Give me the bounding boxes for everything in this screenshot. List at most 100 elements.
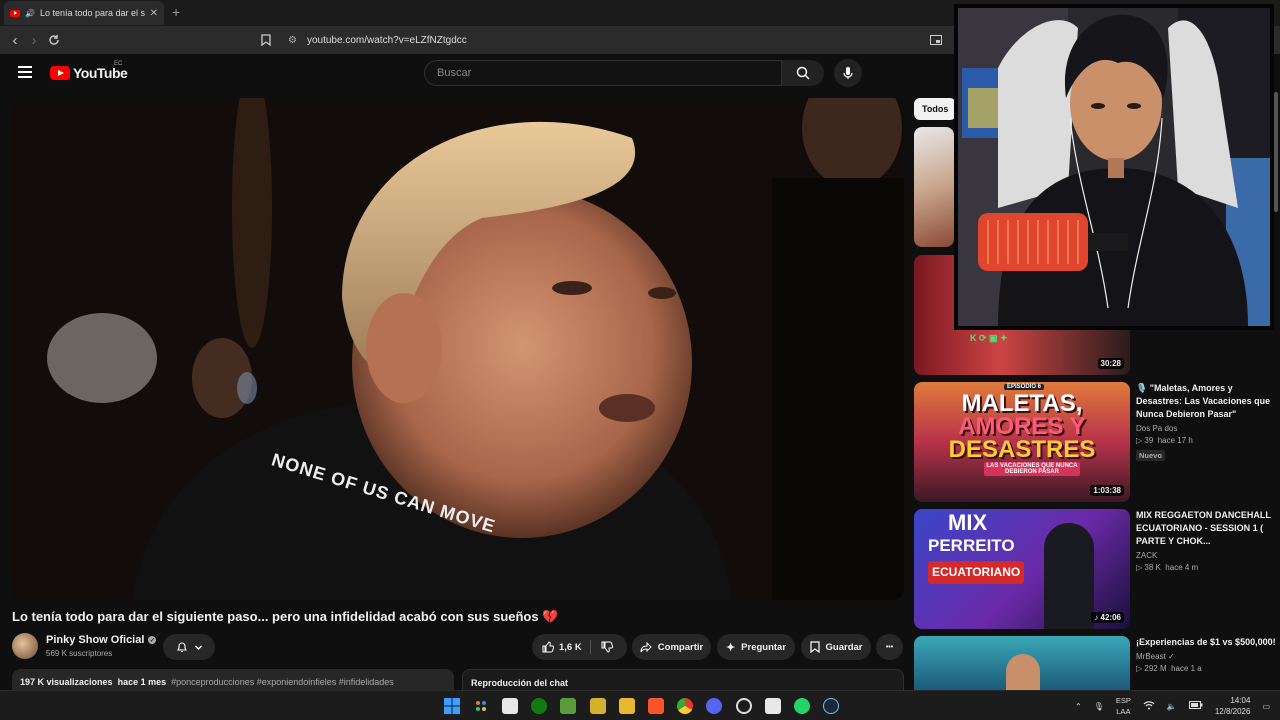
channel-name[interactable]: ZACK [1136, 551, 1276, 560]
capcut-icon[interactable] [765, 698, 781, 714]
dislike-button[interactable] [601, 641, 614, 656]
brave-browser-icon[interactable] [648, 698, 664, 714]
widgets-icon[interactable] [473, 698, 489, 714]
video-info: ¡Experiencias de $1 vs $500,000! MrBeast… [1136, 636, 1276, 673]
tab-title: Lo tenía todo para dar el sigu [39, 8, 145, 18]
bookmark-icon[interactable] [256, 30, 276, 50]
thumb-line-2: PERREITO [928, 536, 1015, 555]
reload-icon[interactable] [44, 30, 64, 50]
chevron-up-icon[interactable]: ⌃ [1075, 702, 1082, 711]
file-explorer-icon[interactable] [619, 698, 635, 714]
video-title[interactable]: 🎙️ "Maletas, Amores y Desastres: Las Vac… [1136, 382, 1276, 421]
store-icon[interactable] [502, 698, 518, 714]
new-tab-button[interactable]: + [172, 4, 180, 20]
ask-button[interactable]: ✦ Preguntar [717, 634, 795, 660]
browser-tab[interactable]: 🔊 Lo tenía todo para dar el sigu ✕ [4, 1, 164, 25]
thumbnail-headline: MALETAS, AMORES Y DESASTRES [914, 390, 1130, 462]
like-button[interactable]: 1,6 K [542, 641, 582, 653]
ask-label: Preguntar [741, 641, 787, 653]
hamburger-menu-icon[interactable] [18, 66, 32, 78]
channel-name[interactable]: MrBeast ✓ [1136, 652, 1276, 661]
back-icon[interactable]: ‹ [5, 30, 25, 50]
verified-icon: ✓ [1168, 652, 1175, 661]
clock-date: 12/8/2026 [1214, 707, 1251, 716]
thumb-subtitle: LAS VACACIONES QUE NUNCA DEBIERON PASAR [984, 462, 1080, 476]
youtube-logo[interactable]: YouTube EC [50, 61, 128, 81]
url-field[interactable]: ⚙ youtube.com/watch?v=eLZfNZtgdcc [280, 29, 940, 51]
video-thumbnail[interactable]: MIX PERREITO ECUATORIANO ♪ 42:06 [914, 509, 1130, 629]
video-info: 🎙️ "Maletas, Amores y Desastres: Las Vac… [1136, 382, 1276, 463]
video-thumbnail[interactable] [914, 127, 954, 247]
channel-name[interactable]: Pinky Show Oficial ✓ [46, 634, 157, 646]
video-title-text: Lo tenía todo para dar el siguiente paso… [12, 609, 539, 624]
share-button[interactable]: Compartir [632, 634, 711, 660]
video-title[interactable]: ¡Experiencias de $1 vs $500,000! [1136, 636, 1276, 649]
video-age: hace 1 a [1171, 664, 1202, 673]
verified-icon: ✓ [148, 636, 157, 644]
view-count: 197 K visualizaciones [20, 677, 113, 687]
scrollbar[interactable] [1274, 92, 1278, 212]
like-dislike-group: 1,6 K [532, 634, 627, 660]
whatsapp-icon[interactable] [794, 698, 810, 714]
wifi-icon[interactable] [1143, 700, 1155, 712]
start-menu-icon[interactable] [444, 698, 460, 714]
thumb-face [1006, 654, 1040, 690]
share-icon [640, 641, 652, 652]
clock[interactable]: 14:04 12/8/2026 [1215, 695, 1251, 717]
search-icon [796, 66, 810, 80]
channel-name[interactable]: Dos Pa dos [1136, 424, 1276, 433]
discord-icon[interactable] [706, 698, 722, 714]
video-title[interactable]: MIX REGGAETON DANCEHALL ECUATORIANO - SE… [1136, 509, 1276, 548]
broken-heart-emoji: 💔 [542, 609, 559, 624]
view-count: 292 M [1144, 664, 1167, 673]
view-count: 39 [1144, 436, 1154, 445]
chevron-down-icon [194, 645, 202, 650]
thumb-line-1: MIX [948, 510, 988, 535]
pip-icon[interactable] [926, 30, 946, 50]
hashtags[interactable]: #ponceproducciones #exponiendoinfieles #… [171, 677, 394, 687]
like-count: 1,6 K [559, 641, 582, 653]
search-input[interactable]: Buscar [424, 60, 782, 86]
microphone-tray-icon[interactable]: 🎙 [1094, 702, 1104, 711]
new-badge: Nuevo [1136, 450, 1165, 461]
clock-time: 14:04 [1230, 696, 1251, 705]
game-icon[interactable] [590, 698, 606, 714]
thumb-line-3: ECUATORIANO [928, 561, 1025, 584]
obs-icon[interactable] [736, 698, 752, 714]
save-button[interactable]: Guardar [801, 634, 871, 660]
duration-text: 42:06 [1100, 613, 1121, 622]
video-title: Lo tenía todo para dar el siguiente paso… [12, 609, 558, 625]
minecraft-icon[interactable] [560, 698, 576, 714]
forward-icon[interactable]: › [24, 30, 44, 50]
notification-icon[interactable]: ▭ [1262, 702, 1270, 711]
battery-icon[interactable] [1188, 701, 1203, 711]
video-duration: 30:28 [1097, 358, 1124, 369]
filter-chip-all[interactable]: Todos [914, 98, 957, 120]
url-text: youtube.com/watch?v=eLZfNZtgdcc [306, 34, 467, 46]
steam-icon[interactable] [823, 698, 839, 714]
microphone-icon [843, 67, 853, 79]
language-code: ESP [1115, 696, 1131, 705]
xbox-icon[interactable] [531, 698, 547, 714]
video-player[interactable]: NONE OF US CAN MOVE [12, 98, 904, 600]
more-actions-button[interactable]: ••• [876, 634, 903, 660]
voice-search-button[interactable] [834, 59, 862, 87]
published-date: hace 1 mes [117, 677, 167, 687]
webcam-frame [958, 8, 1270, 326]
video-thumbnail[interactable] [914, 636, 1130, 690]
save-icon [809, 641, 820, 653]
channel-avatar[interactable] [12, 633, 38, 659]
tab-close-icon[interactable]: ✕ [150, 8, 158, 19]
site-settings-icon[interactable]: ⚙ [288, 35, 297, 46]
video-duration: ♪ 42:06 [1091, 612, 1124, 623]
system-tray: ⌃ 🎙 ESP LAA 🔈 14:04 12/8/2026 ▭ [1075, 695, 1270, 717]
video-thumbnail[interactable]: EPISODIO 6 MALETAS, AMORES Y DESASTRES L… [914, 382, 1130, 502]
chrome-icon[interactable] [677, 698, 693, 714]
notification-bell-button[interactable] [163, 634, 215, 660]
youtube-play-icon [50, 66, 70, 80]
search-button[interactable] [782, 60, 824, 86]
volume-icon[interactable]: 🔈 [1167, 702, 1177, 711]
language-indicator[interactable]: ESP LAA [1116, 695, 1131, 717]
chat-replay-label: Reproducción del chat [471, 678, 569, 688]
thumb-line-1: MALETAS, [961, 390, 1083, 417]
